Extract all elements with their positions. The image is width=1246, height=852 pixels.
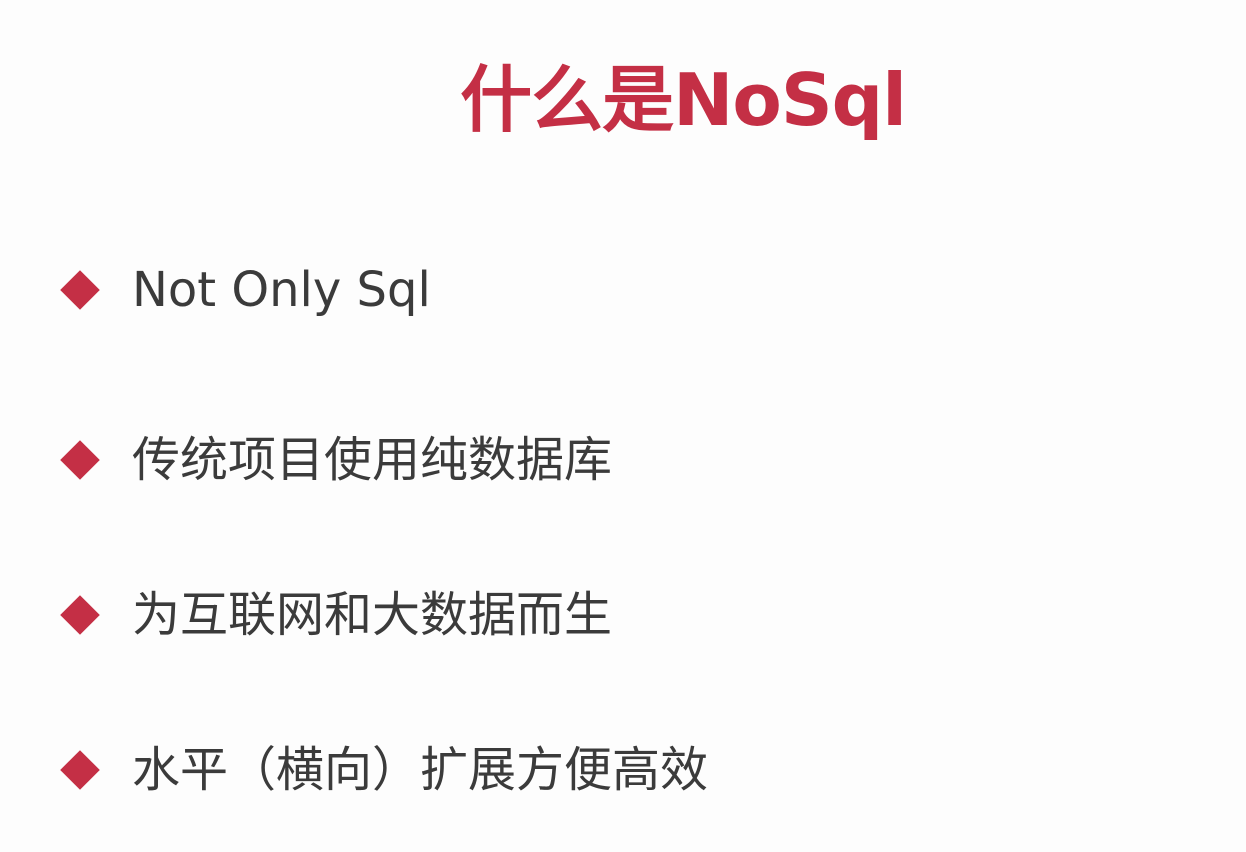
slide: 什么是NoSql Not Only Sql 传统项目使用纯数据库 为互联网和大数… [0,0,1246,852]
bullet-item: Not Only Sql [58,250,431,330]
diamond-bullet-icon [60,750,100,790]
bullet-item: 水平（横向）扩展方便高效 [58,730,708,810]
bullet-text: 水平（横向）扩展方便高效 [132,742,709,798]
bullet-text: 为互联网和大数据而生 [132,587,613,643]
diamond-bullet-icon [60,270,100,310]
diamond-bullet-icon [60,440,100,480]
bullet-item: 为互联网和大数据而生 [58,575,612,655]
bullet-item: 传统项目使用纯数据库 [58,420,612,500]
bullet-text: Not Only Sql [132,262,431,318]
diamond-bullet-icon [60,595,100,635]
slide-title: 什么是NoSql [460,58,907,142]
bullet-text: 传统项目使用纯数据库 [132,432,613,488]
